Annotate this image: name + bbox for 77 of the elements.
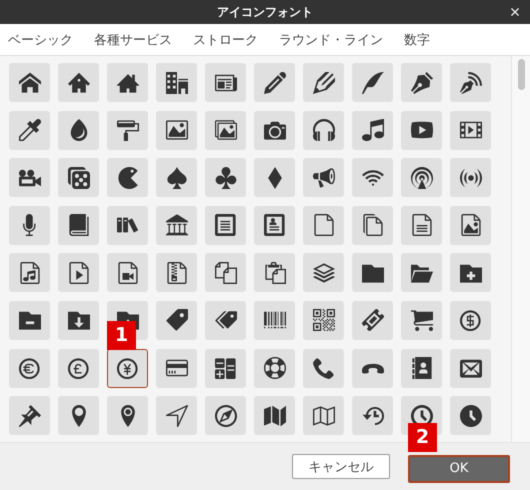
pushpin-icon (18, 404, 40, 427)
scrollbar-thumb[interactable] (518, 59, 524, 90)
megaphone-icon (312, 166, 334, 189)
history-icon (362, 404, 384, 427)
lifebuoy-icon (264, 357, 286, 380)
image-file-icon (460, 214, 482, 236)
paste-icon (264, 262, 286, 284)
headphones-icon (312, 119, 334, 142)
map-icon (312, 404, 334, 427)
step-marker-tooltip: 2 (408, 422, 437, 452)
video-file-icon (116, 262, 138, 284)
pacman-icon (116, 166, 138, 189)
music-note-icon (362, 119, 384, 142)
icon-button[interactable] (107, 348, 148, 388)
map-icon (264, 404, 286, 427)
tab[interactable]: ストローク (193, 30, 266, 48)
barcode-icon (264, 309, 286, 332)
pencil-icon (312, 72, 334, 94)
pencil-icon (264, 72, 286, 94)
library-icon (166, 214, 188, 236)
play-file-icon (68, 262, 90, 284)
layers-icon (312, 262, 334, 284)
paint-roller-icon (116, 119, 138, 142)
calculator-icon (214, 357, 236, 380)
tags-icon (214, 309, 236, 332)
pen-nib-icon (460, 72, 482, 94)
profile-icon (264, 214, 286, 236)
camera-icon (264, 119, 286, 142)
cart-icon (410, 309, 432, 332)
step-marker-tooltip: 1 (107, 320, 136, 350)
building-icon (166, 72, 188, 94)
euro-coin-icon (18, 357, 40, 380)
spade-icon (166, 166, 188, 189)
cancel-button[interactable]: キャンセル (292, 454, 390, 479)
ok-button[interactable]: OK (408, 454, 510, 482)
folder-download-icon (68, 309, 90, 332)
broadcast-icon (460, 166, 482, 189)
compass-icon (214, 404, 236, 427)
image-icon (166, 119, 188, 142)
eyedropper-icon (18, 119, 40, 142)
document-icon (410, 214, 432, 236)
film-icon (460, 119, 482, 142)
zip-file-icon (166, 262, 188, 284)
close-button[interactable]: × (504, 0, 526, 24)
window-title: アイコンフォント (217, 4, 313, 20)
address-book-icon (410, 357, 432, 380)
quill-icon (362, 72, 384, 94)
music-file-icon (18, 262, 40, 284)
copy-icon (214, 262, 236, 284)
yen-coin-icon (116, 357, 138, 380)
qr-code-icon (312, 309, 334, 332)
files-icon (362, 214, 384, 236)
folder-minus-icon (18, 309, 40, 332)
tab[interactable]: 数字 (404, 30, 438, 48)
document-icon (214, 214, 236, 236)
tab[interactable]: 各種サービス (94, 30, 180, 48)
dice-icon (68, 166, 90, 189)
club-icon (214, 166, 236, 189)
tab[interactable]: ベーシック (8, 30, 81, 48)
house-icon (116, 72, 138, 94)
dollar-coin-icon (460, 309, 482, 332)
file-icon (312, 214, 334, 236)
house-icon (18, 72, 40, 94)
house-icon (68, 72, 90, 94)
podcast-icon (410, 166, 432, 189)
clock-icon (460, 404, 482, 427)
images-icon (214, 119, 236, 142)
envelope-icon (460, 357, 482, 380)
pen-nib-icon (410, 72, 432, 94)
tab[interactable]: ラウンド・ライン (279, 30, 391, 48)
credit-card-icon (166, 357, 188, 380)
ticket-icon (362, 309, 384, 332)
pound-coin-icon (68, 357, 90, 380)
navigation-arrow-icon (166, 404, 188, 427)
phone-icon (312, 357, 334, 380)
tag-icon (166, 309, 188, 332)
book-icon (68, 214, 90, 236)
